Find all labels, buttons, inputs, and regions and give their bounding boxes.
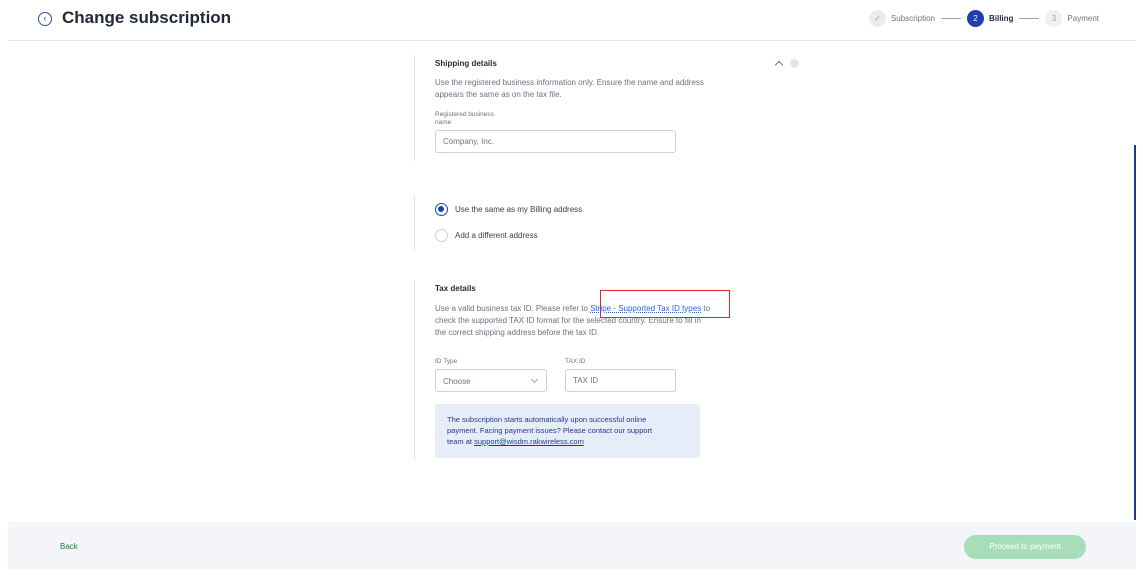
scrollbar[interactable] xyxy=(1134,145,1136,520)
step-connector xyxy=(1019,17,1040,19)
shipping-details-desc-line2: appears the same as on the tax file. xyxy=(435,90,562,99)
id-type-select[interactable]: Choose xyxy=(435,369,547,392)
page-title: Change subscription xyxy=(62,8,232,27)
check-circle-icon xyxy=(790,59,799,68)
shipping-details-section: Shipping details Use the registered busi… xyxy=(414,55,704,161)
business-name-input[interactable] xyxy=(435,130,676,153)
info-line1: The subscription starts automatically up… xyxy=(447,415,647,424)
shipping-details-desc-line1: Use the registered business information … xyxy=(435,78,704,87)
back-button[interactable]: Back xyxy=(60,542,78,551)
chevron-up-icon[interactable] xyxy=(774,60,784,70)
id-type-value: Choose xyxy=(443,377,471,386)
same-as-billing-option[interactable]: Use the same as my Billing address xyxy=(435,202,582,216)
different-address-option[interactable]: Add a different address xyxy=(435,228,582,242)
step-connector xyxy=(940,17,961,19)
tax-details-desc-line3: the correct shipping address before the … xyxy=(435,328,600,337)
info-line2: payment. Facing payment issues? Please c… xyxy=(447,426,653,435)
chevron-down-icon xyxy=(530,375,539,384)
tax-id-label: TAX ID xyxy=(565,358,586,365)
back-arrow-icon[interactable]: ‹ xyxy=(38,12,52,26)
address-options-section: Use the same as my Billing address Add a… xyxy=(414,196,582,250)
tax-id-input[interactable] xyxy=(565,369,676,392)
step-subscription-check-icon: ✓ xyxy=(868,9,886,27)
support-email-link[interactable]: support@wisdm.rakwireless.com xyxy=(474,437,584,446)
shipping-details-title: Shipping details xyxy=(435,59,497,68)
id-type-label: ID Type xyxy=(435,358,458,365)
subscription-info-box: The subscription starts automatically up… xyxy=(435,404,700,458)
business-name-label-line1: Registered business xyxy=(435,111,494,118)
step-billing-label: Billing xyxy=(988,13,1014,23)
step-payment-label: Payment xyxy=(1067,13,1099,23)
info-line3-prefix: team at xyxy=(447,437,475,446)
business-name-label-line2: name xyxy=(435,119,452,126)
tax-desc-prefix: Use a valid business tax ID. Please refe… xyxy=(435,304,591,313)
proceed-to-payment-button[interactable]: Proceed to payment xyxy=(964,535,1086,559)
progress-stepper: ✓ Subscription 2 Billing 3 Payment xyxy=(868,9,1099,27)
step-subscription-label: Subscription xyxy=(890,13,935,23)
different-address-label: Add a different address xyxy=(455,230,538,240)
section-status xyxy=(774,59,799,70)
step-payment-number: 3 xyxy=(1045,9,1063,27)
footer-bar: Back Proceed to payment xyxy=(8,522,1136,569)
same-as-billing-label: Use the same as my Billing address xyxy=(455,204,583,214)
highlight-annotation xyxy=(600,290,730,318)
header-divider xyxy=(8,40,1136,41)
step-billing-number: 2 xyxy=(966,9,984,27)
page-header: ‹ Change subscription ✓ Subscription 2 B… xyxy=(0,0,1143,40)
radio-unselected-icon[interactable] xyxy=(435,228,448,242)
radio-selected-icon[interactable] xyxy=(435,202,448,216)
info-line3: team at support@wisdm.rakwireless.com xyxy=(447,436,688,447)
